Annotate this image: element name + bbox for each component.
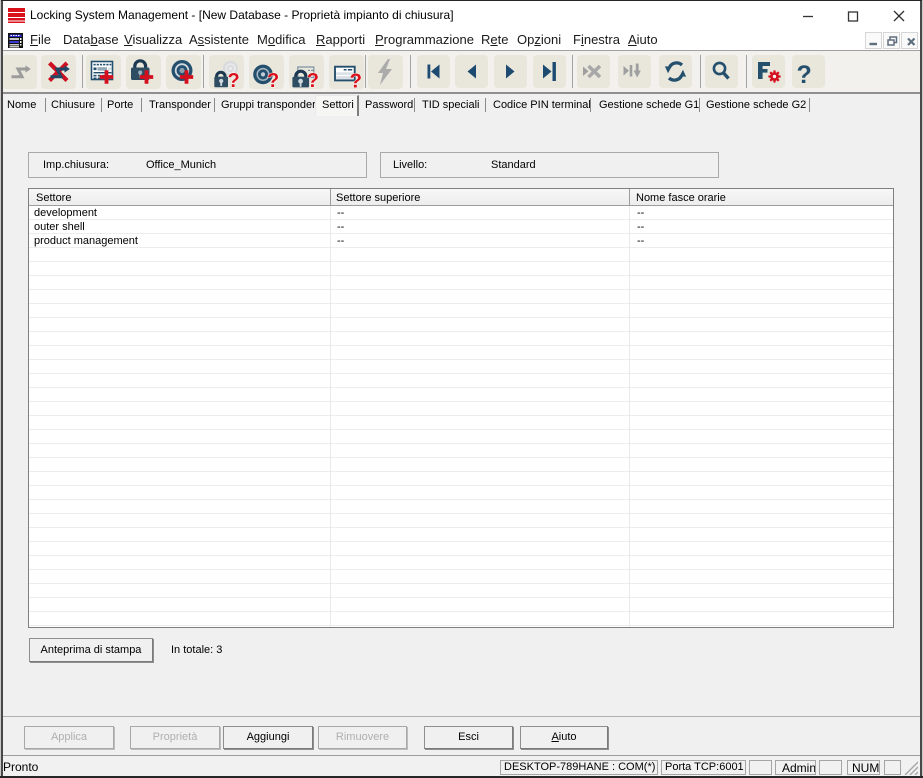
svg-text:?: ? xyxy=(350,70,363,90)
svg-text:?: ? xyxy=(267,70,279,89)
svg-text:?: ? xyxy=(228,70,240,89)
svg-text:?: ? xyxy=(797,61,812,88)
svg-text:?: ? xyxy=(307,70,319,89)
